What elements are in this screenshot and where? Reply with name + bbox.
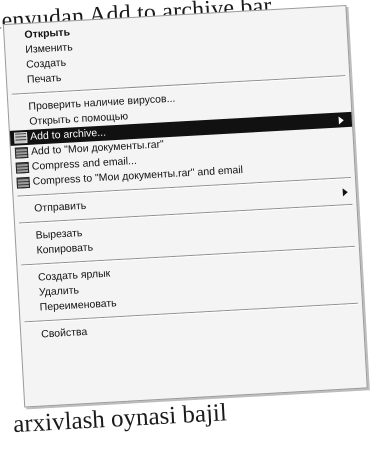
winrar-icon (15, 161, 30, 174)
context-menu: Открыть Изменить Создать Печать Проверить на… (2, 4, 368, 408)
menu-item-label: Копировать (36, 241, 94, 257)
menu-item-label: Отправить (33, 199, 87, 215)
menu-item-label: Изменить (24, 41, 73, 56)
winrar-icon (13, 131, 28, 144)
menu-item-label: Создать (25, 56, 67, 71)
winrar-icon (14, 146, 29, 159)
menu-item-label: Вырезать (35, 227, 83, 242)
menu-item-label: Открыть (24, 26, 71, 41)
menu-item-label: Переименовать (39, 297, 117, 314)
menu-item-label: Печать (26, 71, 62, 86)
winrar-icon (16, 176, 31, 189)
menu-item-label: Удалить (38, 284, 80, 299)
menu-item[interactable]: Свойства (21, 310, 363, 344)
submenu-arrow-icon (338, 116, 344, 125)
menu-item-label: Свойства (40, 325, 88, 341)
photographed-page: menyudan Add to archive bar ОткрытьИзмен… (0, 0, 373, 452)
submenu-arrow-icon (342, 188, 348, 197)
